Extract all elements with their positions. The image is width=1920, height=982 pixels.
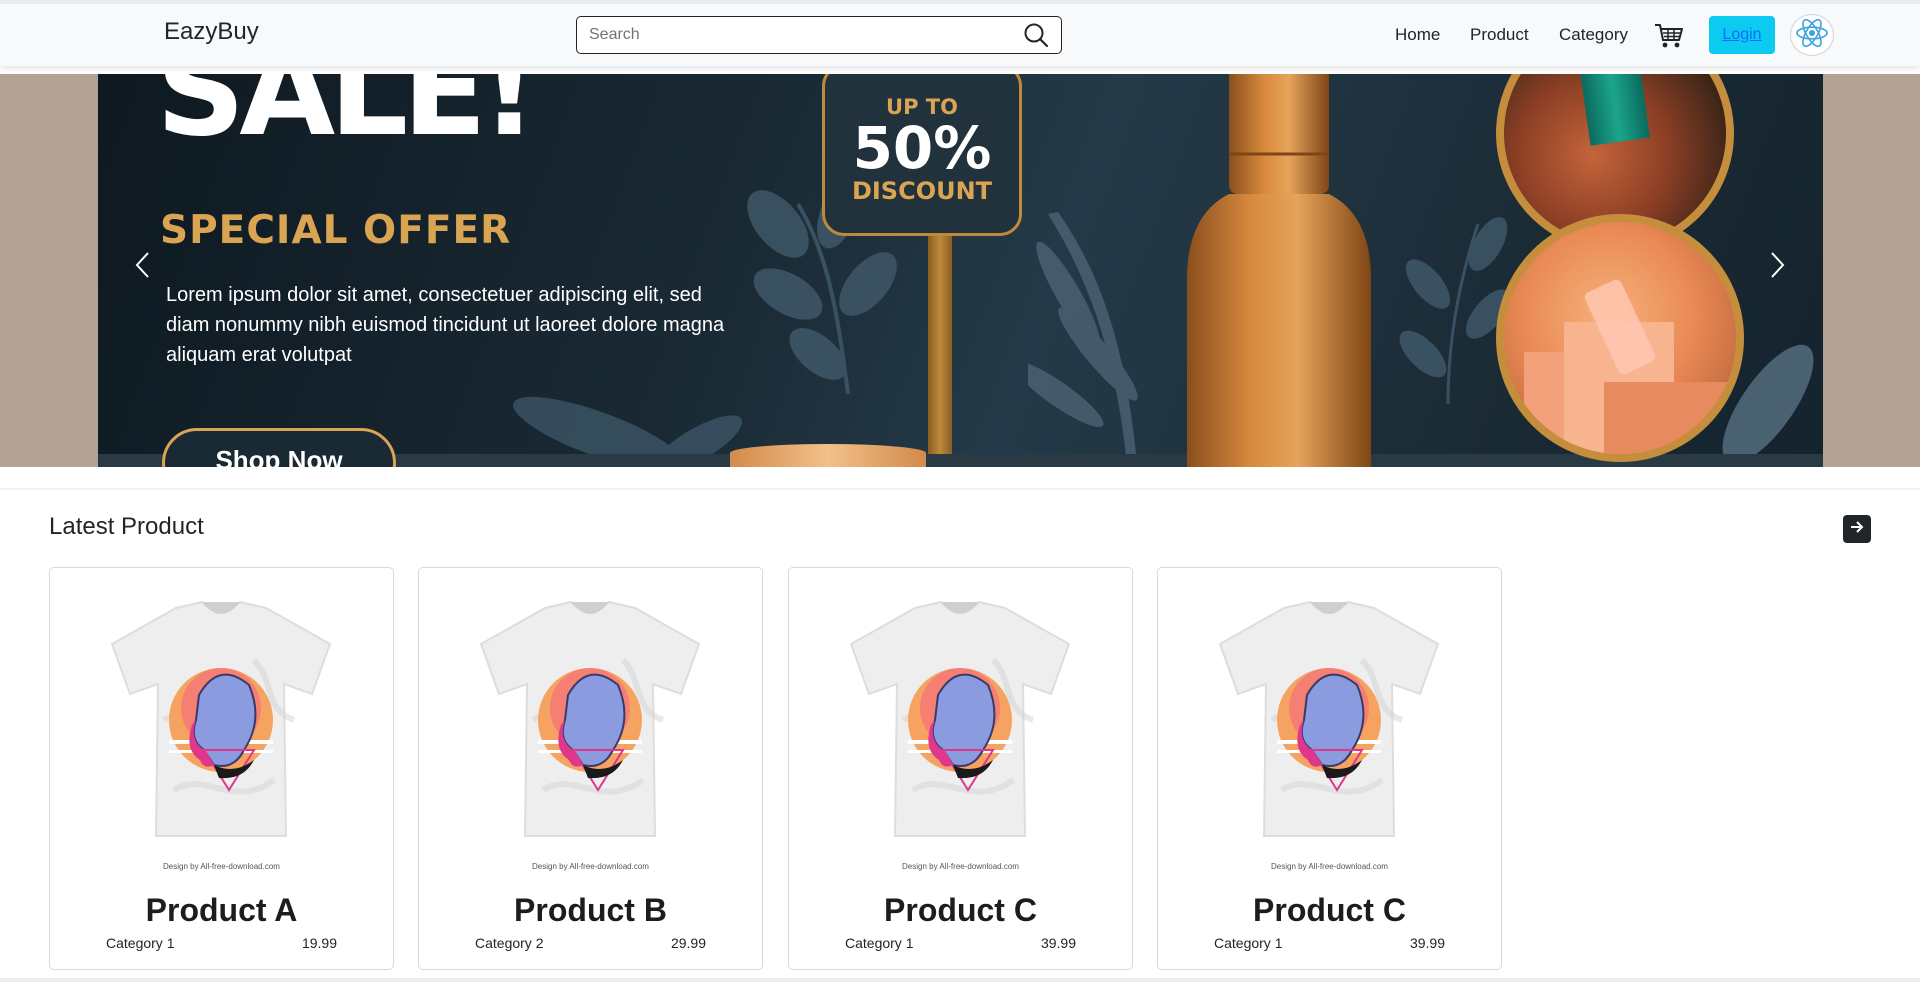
product-name: Product C bbox=[1253, 892, 1406, 928]
hero-special-offer: SPECIAL OFFER bbox=[160, 208, 512, 253]
login-button[interactable]: Login bbox=[1709, 16, 1775, 54]
cart-icon[interactable] bbox=[1654, 22, 1684, 50]
product-name: Product B bbox=[514, 892, 667, 928]
product-price: 19.99 bbox=[301, 935, 337, 951]
product-card[interactable]: Design by All-free-download.com Product … bbox=[418, 567, 763, 970]
login-link[interactable]: Login bbox=[1722, 26, 1761, 44]
discount-sign: UP TO 50% DISCOUNT bbox=[822, 74, 1022, 236]
discount-percent: 50% bbox=[852, 114, 992, 182]
discount-label: DISCOUNT bbox=[851, 177, 993, 205]
tshirt-image bbox=[1218, 600, 1440, 837]
product-category: Category 1 bbox=[1214, 935, 1283, 951]
latest-next-button[interactable] bbox=[1843, 515, 1871, 543]
tshirt-image bbox=[110, 600, 332, 837]
nav-link-home[interactable]: Home bbox=[1395, 25, 1440, 45]
design-credit: Design by All-free-download.com bbox=[532, 862, 649, 871]
product-price: 39.99 bbox=[1040, 935, 1076, 951]
tshirt-image bbox=[849, 600, 1071, 837]
search-input[interactable] bbox=[577, 17, 1021, 53]
shop-now-label: Shop Now bbox=[215, 445, 343, 467]
react-atom-icon bbox=[1794, 16, 1830, 55]
product-category: Category 1 bbox=[106, 935, 175, 951]
product-price: 39.99 bbox=[1409, 935, 1445, 951]
bottom-strip bbox=[0, 978, 1920, 982]
product-card[interactable]: Design by All-free-download.com Product … bbox=[1157, 567, 1502, 970]
product-name: Product A bbox=[145, 892, 298, 928]
product-name: Product C bbox=[884, 892, 1037, 928]
perfume-stairs-image bbox=[1496, 214, 1744, 462]
hero-headline: SALE! bbox=[156, 74, 538, 164]
chevron-right-icon[interactable] bbox=[1762, 250, 1792, 280]
arrow-right-icon bbox=[1848, 518, 1866, 541]
sign-post bbox=[928, 236, 952, 467]
nav-link-product[interactable]: Product bbox=[1470, 25, 1529, 45]
leaf-bottom-icon bbox=[513, 396, 743, 467]
section-divider bbox=[0, 488, 1920, 490]
product-category: Category 2 bbox=[475, 935, 544, 951]
navbar-top-line bbox=[0, 0, 1920, 4]
avatar[interactable] bbox=[1790, 14, 1834, 56]
search-bar bbox=[576, 16, 1062, 54]
hero-carousel: SALE! SPECIAL OFFER Lorem ipsum dolor si… bbox=[0, 74, 1920, 467]
product-card[interactable]: Design by All-free-download.com Product … bbox=[788, 567, 1133, 970]
product-price: 29.99 bbox=[670, 935, 706, 951]
design-credit: Design by All-free-download.com bbox=[1271, 862, 1388, 871]
product-category: Category 1 bbox=[845, 935, 914, 951]
chevron-left-icon[interactable] bbox=[128, 250, 158, 280]
bamboo-bottle-image bbox=[1187, 74, 1371, 467]
design-credit: Design by All-free-download.com bbox=[163, 862, 280, 871]
wood-podium bbox=[730, 444, 926, 467]
hero-description: Lorem ipsum dolor sit amet, consectetuer… bbox=[166, 284, 725, 366]
shop-now-button[interactable]: Shop Now bbox=[162, 428, 396, 467]
hero-banner: SALE! SPECIAL OFFER Lorem ipsum dolor si… bbox=[98, 74, 1823, 467]
nav-link-category[interactable]: Category bbox=[1559, 25, 1628, 45]
product-card[interactable]: Design by All-free-download.com Product … bbox=[49, 567, 394, 970]
latest-product-title: Latest Product bbox=[49, 513, 204, 540]
navbar: EazyBuy Home Product Category Login bbox=[0, 0, 1920, 66]
brand-logo[interactable]: EazyBuy bbox=[164, 18, 259, 46]
design-credit: Design by All-free-download.com bbox=[902, 862, 1019, 871]
search-icon[interactable] bbox=[1021, 20, 1051, 50]
tshirt-image bbox=[479, 600, 701, 837]
